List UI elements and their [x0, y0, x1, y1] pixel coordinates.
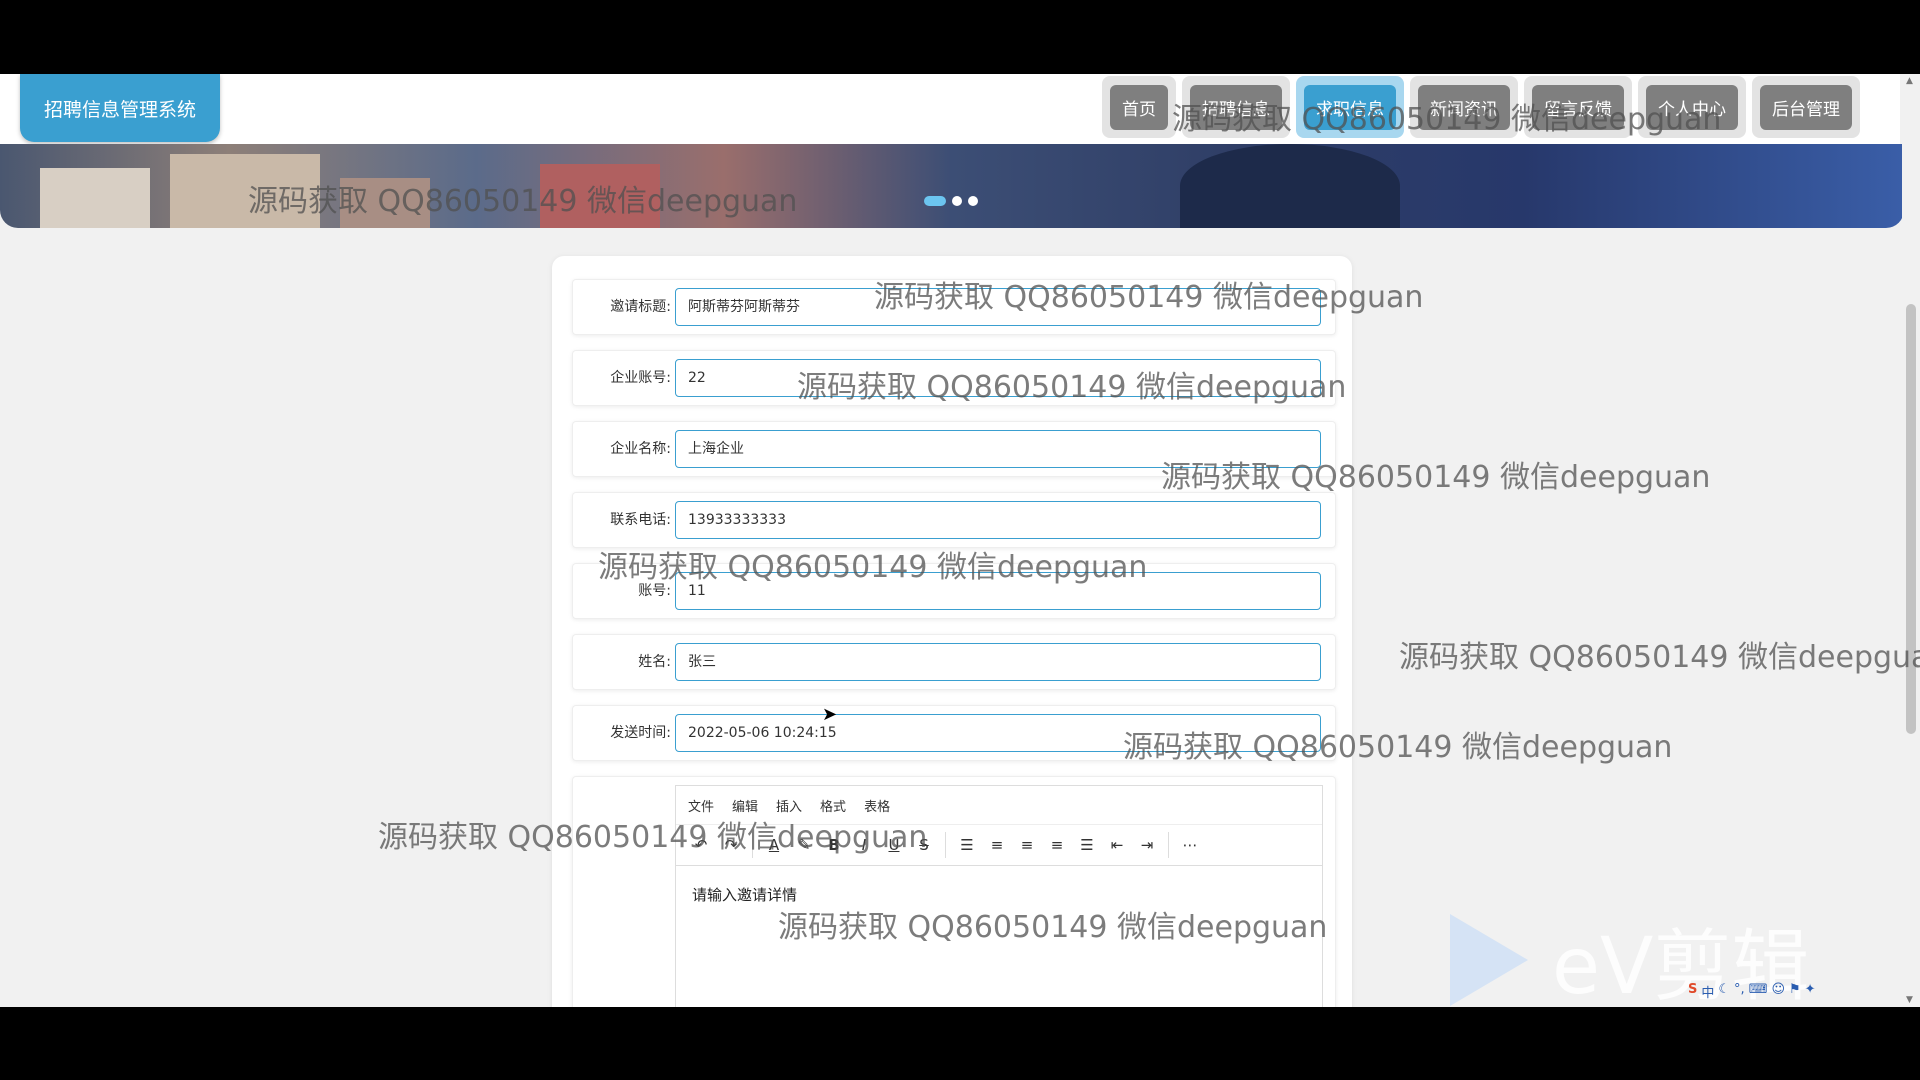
ime-punct-icon[interactable]: °, — [1734, 982, 1745, 1001]
field-label: 账号: — [638, 583, 671, 599]
editor-content[interactable]: 请输入邀请详情 — [676, 866, 1322, 923]
align-left-icon[interactable]: ≡ — [982, 830, 1012, 860]
carousel-dot[interactable] — [924, 196, 946, 206]
nav-label: 留言反馈 — [1532, 84, 1624, 130]
editor-menubar: 文件 编辑 插入 格式 表格 — [676, 786, 1322, 825]
carousel-dots — [924, 196, 978, 206]
toolbar-divider — [752, 832, 753, 858]
field-account: 账号: 11 — [572, 563, 1336, 619]
banner-house — [340, 178, 430, 228]
rich-text-editor: 文件 编辑 插入 格式 表格 ↶ ↷ A ✎ B I U S ☰ ≡ ≡ ≡ ☰… — [675, 785, 1323, 1007]
watermark: 源码获取 QQ86050149 微信deepgua — [1399, 640, 1920, 675]
nav-feedback[interactable]: 留言反馈 — [1524, 76, 1632, 138]
field-details: 文件 编辑 插入 格式 表格 ↶ ↷ A ✎ B I U S ☰ ≡ ≡ ≡ ☰… — [572, 776, 1336, 1007]
nav-admin[interactable]: 后台管理 — [1752, 76, 1860, 138]
field-label: 企业名称: — [610, 441, 671, 457]
send-time-input[interactable]: 2022-05-06 10:24:15 — [675, 714, 1321, 752]
field-label: 发送时间: — [610, 725, 671, 741]
page-scrollbar[interactable]: ▲ ▼ — [1902, 74, 1920, 1007]
scrollbar-thumb[interactable] — [1906, 304, 1916, 734]
ime-keyboard-icon[interactable]: ⌨ — [1749, 982, 1768, 1001]
strikethrough-icon[interactable]: S — [909, 830, 939, 860]
justify-icon[interactable]: ☰ — [1072, 830, 1102, 860]
field-send-time: 发送时间: 2022-05-06 10:24:15 — [572, 705, 1336, 761]
app-title[interactable]: 招聘信息管理系统 — [20, 74, 220, 142]
toolbar-divider — [945, 832, 946, 858]
nav-profile[interactable]: 个人中心 — [1638, 76, 1746, 138]
phone-input[interactable]: 13933333333 — [675, 501, 1321, 539]
menu-insert[interactable]: 插入 — [776, 796, 802, 815]
field-label: 姓名: — [638, 654, 671, 670]
nav-news[interactable]: 新闻资讯 — [1410, 76, 1518, 138]
ime-tray: S 中 ☾ °, ⌨ ☺ ⚑ ✦ — [1688, 982, 1816, 1001]
ime-user-icon[interactable]: ☺ — [1771, 982, 1785, 1001]
nav-applications[interactable]: 求职信息 — [1296, 76, 1404, 138]
banner-house — [540, 164, 660, 228]
field-company-name: 企业名称: 上海企业 — [572, 421, 1336, 477]
carousel-dot[interactable] — [952, 196, 962, 206]
ime-tools-icon[interactable]: ✦ — [1805, 982, 1816, 1001]
field-label: 联系电话: — [610, 512, 671, 528]
nav-label: 后台管理 — [1760, 84, 1852, 130]
indent-icon[interactable]: ⇥ — [1132, 830, 1162, 860]
bold-icon[interactable]: B — [819, 830, 849, 860]
list-icon[interactable]: ☰ — [952, 830, 982, 860]
field-name: 姓名: 张三 — [572, 634, 1336, 690]
carousel-dot[interactable] — [968, 196, 978, 206]
editor-toolbar: ↶ ↷ A ✎ B I U S ☰ ≡ ≡ ≡ ☰ ⇤ ⇥ ⋯ — [676, 825, 1322, 866]
name-input[interactable]: 张三 — [675, 643, 1321, 681]
header: 招聘信息管理系统 首页 招聘信息 求职信息 新闻资讯 留言反馈 个人中心 后台管… — [0, 74, 1900, 144]
field-invite-title: 邀请标题: 阿斯蒂芬阿斯蒂芬 — [572, 279, 1336, 335]
menu-format[interactable]: 格式 — [820, 796, 846, 815]
highlight-icon[interactable]: ✎ — [789, 830, 819, 860]
nav-label: 个人中心 — [1646, 84, 1738, 130]
align-right-icon[interactable]: ≡ — [1042, 830, 1072, 860]
nav-label: 招聘信息 — [1190, 84, 1282, 130]
field-label: 企业账号: — [610, 370, 671, 386]
scroll-down-icon[interactable]: ▼ — [1906, 995, 1913, 1005]
more-icon[interactable]: ⋯ — [1175, 830, 1205, 860]
main-nav: 首页 招聘信息 求职信息 新闻资讯 留言反馈 个人中心 后台管理 — [1102, 76, 1860, 138]
invite-title-input[interactable]: 阿斯蒂芬阿斯蒂芬 — [675, 288, 1321, 326]
nav-label: 新闻资讯 — [1418, 84, 1510, 130]
mouse-cursor-icon: ➤ — [822, 704, 838, 725]
nav-home[interactable]: 首页 — [1102, 76, 1176, 138]
toolbar-divider — [1168, 832, 1169, 858]
field-phone: 联系电话: 13933333333 — [572, 492, 1336, 548]
nav-label: 首页 — [1110, 84, 1168, 130]
font-color-icon[interactable]: A — [759, 830, 789, 860]
account-input[interactable]: 11 — [675, 572, 1321, 610]
banner-carousel[interactable] — [0, 144, 1904, 228]
menu-file[interactable]: 文件 — [688, 796, 714, 815]
invitation-form: 邀请标题: 阿斯蒂芬阿斯蒂芬 企业账号: 22 企业名称: 上海企业 联系电话:… — [552, 256, 1352, 1007]
banner-house — [170, 154, 320, 228]
company-account-input[interactable]: 22 — [675, 359, 1321, 397]
field-company-account: 企业账号: 22 — [572, 350, 1336, 406]
outdent-icon[interactable]: ⇤ — [1102, 830, 1132, 860]
company-name-input[interactable]: 上海企业 — [675, 430, 1321, 468]
play-icon — [1450, 914, 1528, 1006]
banner-hill — [1180, 144, 1400, 228]
field-label: 邀请标题: — [610, 299, 671, 315]
nav-label: 求职信息 — [1304, 84, 1396, 130]
banner-house — [40, 168, 150, 228]
browser-viewport: 招聘信息管理系统 首页 招聘信息 求职信息 新闻资讯 留言反馈 个人中心 后台管… — [0, 74, 1920, 1007]
scroll-up-icon[interactable]: ▲ — [1906, 76, 1913, 86]
nav-jobs[interactable]: 招聘信息 — [1182, 76, 1290, 138]
ime-lang-icon[interactable]: 中 — [1701, 982, 1714, 1001]
ime-logo-icon[interactable]: S — [1688, 982, 1697, 1001]
underline-icon[interactable]: U — [879, 830, 909, 860]
ime-moon-icon[interactable]: ☾ — [1718, 982, 1730, 1001]
ime-skin-icon[interactable]: ⚑ — [1789, 982, 1801, 1001]
menu-edit[interactable]: 编辑 — [732, 796, 758, 815]
redo-icon[interactable]: ↷ — [716, 830, 746, 860]
undo-icon[interactable]: ↶ — [686, 830, 716, 860]
menu-table[interactable]: 表格 — [864, 796, 890, 815]
align-center-icon[interactable]: ≡ — [1012, 830, 1042, 860]
italic-icon[interactable]: I — [849, 830, 879, 860]
